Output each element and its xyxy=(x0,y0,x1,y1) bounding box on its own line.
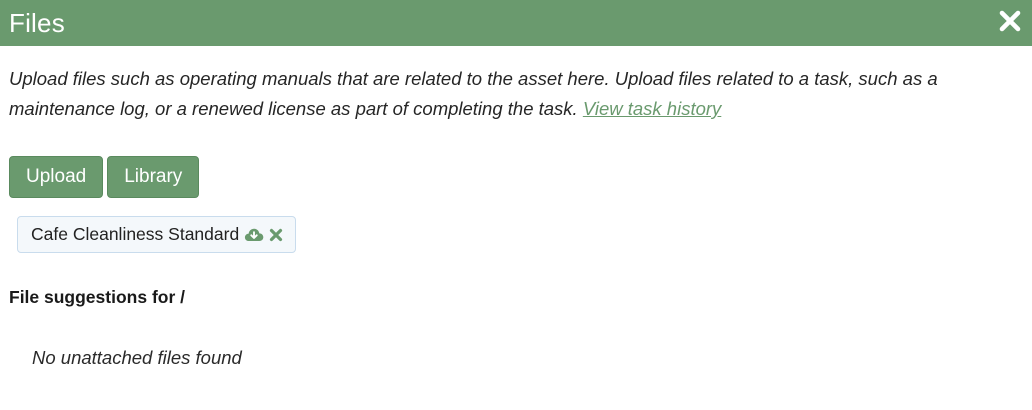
modal-title: Files xyxy=(9,8,65,38)
intro-description: Upload files such as operating manuals t… xyxy=(9,68,938,119)
file-suggestions-heading: File suggestions for / xyxy=(9,287,185,307)
attached-file-name: Cafe Cleanliness Standard xyxy=(31,224,240,244)
remove-icon[interactable] xyxy=(269,228,283,242)
modal-header: Files xyxy=(0,0,1032,46)
close-icon[interactable] xyxy=(998,9,1022,33)
intro-text: Upload files such as operating manuals t… xyxy=(9,64,1021,124)
view-task-history-link[interactable]: View task history xyxy=(583,98,721,119)
cloud-download-icon[interactable] xyxy=(244,227,264,243)
action-buttons: Upload Library xyxy=(9,156,200,198)
attached-file-chip: Cafe Cleanliness Standard xyxy=(17,216,297,253)
upload-button[interactable]: Upload xyxy=(9,156,104,198)
library-button[interactable]: Library xyxy=(107,156,200,198)
empty-state-message: No unattached files found xyxy=(32,347,242,368)
